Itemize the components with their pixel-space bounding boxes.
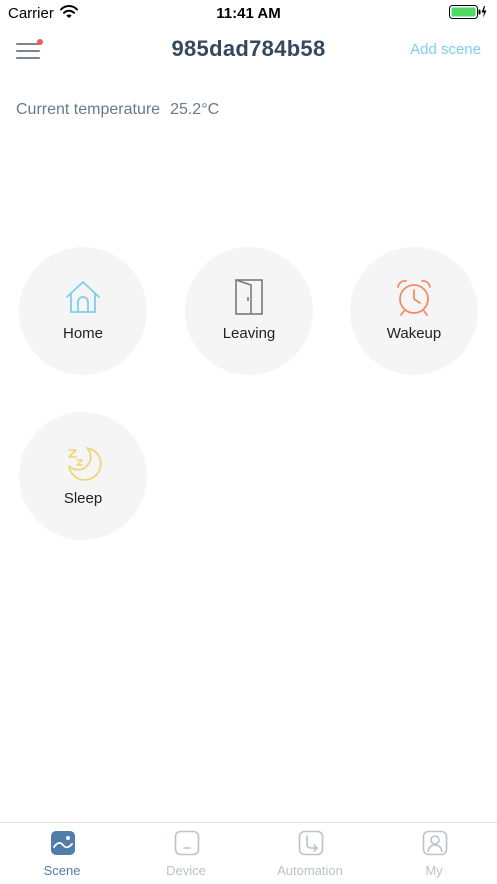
tab-label: Automation [277, 863, 343, 878]
tab-label: Device [166, 863, 206, 878]
device-icon [174, 830, 200, 856]
scene-icon [50, 830, 76, 856]
scene-leaving[interactable]: Leaving [185, 247, 313, 375]
tab-label: My [425, 863, 443, 878]
add-scene-button[interactable]: Add scene [410, 41, 481, 58]
scene-label: Wakeup [386, 325, 442, 342]
tab-device[interactable]: Device [124, 823, 248, 884]
door-icon [229, 277, 269, 317]
tab-my[interactable]: My [372, 823, 496, 884]
scene-label: Sleep [63, 490, 103, 507]
status-bar: Carrier 11:41 AM [0, 0, 497, 26]
tab-label: Scene [43, 863, 81, 878]
scene-sleep[interactable]: Sleep [19, 412, 147, 540]
home-icon [63, 277, 103, 317]
tab-scene[interactable]: Scene [0, 823, 124, 884]
scene-wakeup[interactable]: Wakeup [350, 247, 478, 375]
scene-label: Leaving [222, 325, 276, 342]
moon-icon [63, 442, 103, 482]
scene-home[interactable]: Home [19, 247, 147, 375]
status-time: 11:41 AM [216, 5, 281, 22]
temperature-readout: Current temperature 25.2°C [16, 101, 219, 119]
battery-icon [449, 5, 487, 24]
automation-icon [298, 830, 324, 856]
scene-label: Home [62, 325, 103, 342]
temperature-label: Current temperature [16, 101, 161, 118]
user-icon [422, 830, 448, 856]
nav-bar: 985dad784b58 Add scene [0, 26, 497, 74]
temperature-value: 25.2°C [170, 101, 220, 118]
tab-automation[interactable]: Automation [248, 823, 372, 884]
notification-dot [37, 39, 43, 45]
alarm-clock-icon [394, 277, 434, 317]
menu-button[interactable] [16, 39, 43, 62]
tab-bar: Scene Device Automation My [0, 822, 497, 884]
